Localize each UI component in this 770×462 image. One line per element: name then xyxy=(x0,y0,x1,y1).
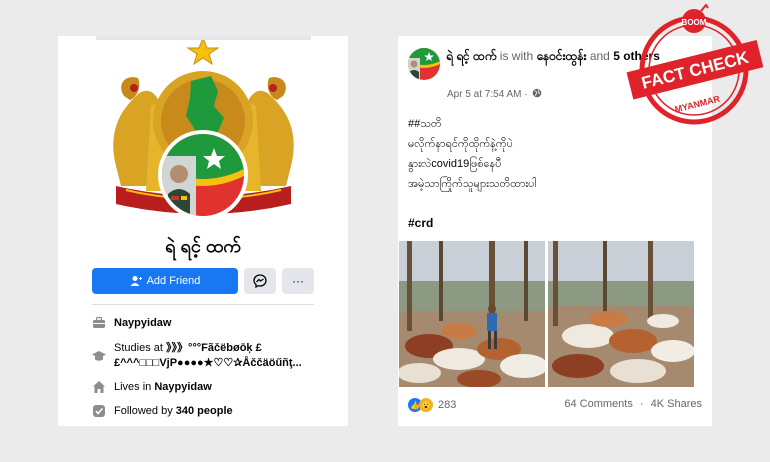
studies-prefix: Studies at xyxy=(114,342,166,354)
stats-separator: · xyxy=(639,398,644,410)
followers-count[interactable]: 340 people xyxy=(176,405,233,417)
post-hashtag[interactable]: #crd xyxy=(408,216,433,230)
post-body: ##သတိ မလိုက်နာရင်ကိုထိုက်နဲ့ကိုပဲ နွားလဲ… xyxy=(408,114,536,194)
shares-count[interactable]: 4K Shares xyxy=(651,398,702,410)
followers-icon xyxy=(93,405,105,417)
fact-check-stamp: BOOM FACT CHECK MYANMAR xyxy=(626,3,764,125)
reactions-summary[interactable]: 👍 😮 283 xyxy=(408,398,456,412)
post-line-2: မလိုက်နာရင်ကိုထိုက်နဲ့ကိုပဲ xyxy=(408,138,513,150)
and-text: and xyxy=(586,49,614,63)
add-friend-icon xyxy=(130,276,142,286)
post-timestamp[interactable]: Apr 5 at 7:54 AM · xyxy=(447,88,542,100)
lives-location[interactable]: Naypyidaw xyxy=(154,381,211,393)
profile-panel: ရဲ ရင့် ထက် Add Friend ··· Naypyidaw Stu… xyxy=(58,36,348,426)
more-options-icon: ··· xyxy=(292,274,304,288)
lives-prefix: Lives in xyxy=(114,381,155,393)
cattle-photo-2 xyxy=(548,241,694,387)
post-line-3: နွားလဲcovid19ဖြစ်နေပီ xyxy=(408,158,502,170)
add-friend-button[interactable]: Add Friend xyxy=(92,268,238,294)
badge-main-text: FACT CHECK xyxy=(640,48,752,93)
post-author-avatar[interactable] xyxy=(408,48,440,80)
wow-reaction-icon: 😮 xyxy=(419,398,433,412)
intro-divider xyxy=(92,304,314,305)
comments-count[interactable]: 64 Comments xyxy=(564,398,632,410)
education-item: Studies at 》》》°°°Fãčëbøōķ £ £^^^□□□VjP●●… xyxy=(92,341,322,371)
post-photo-2[interactable] xyxy=(548,241,694,387)
boom-fact-check-badge: BOOM FACT CHECK MYANMAR xyxy=(626,3,764,134)
post-line-1: ##သတိ xyxy=(408,118,442,130)
badge-boom-text: BOOM xyxy=(682,18,707,27)
avatar-image xyxy=(162,134,244,216)
more-options-button[interactable]: ··· xyxy=(282,268,314,294)
engagement-stats: 64 Comments · 4K Shares xyxy=(564,398,702,410)
reaction-count: 283 xyxy=(438,399,457,411)
school-name-line2[interactable]: £^^^□□□VjP●●●●★♡♡✰Åččäöűñţ... xyxy=(114,357,302,369)
profile-name: ရဲ ရင့် ထက် xyxy=(165,236,241,256)
cattle-photo-1 xyxy=(399,241,545,387)
globe-icon xyxy=(533,88,542,98)
add-friend-label: Add Friend xyxy=(146,275,201,287)
with-text: is with xyxy=(496,49,537,63)
followed-prefix: Followed by xyxy=(114,405,176,417)
briefcase-icon xyxy=(93,316,105,328)
profile-picture[interactable] xyxy=(158,130,248,220)
message-button[interactable] xyxy=(244,268,276,294)
post-time-text: Apr 5 at 7:54 AM · xyxy=(447,89,528,100)
work-item: Naypyidaw xyxy=(92,316,171,331)
avatar xyxy=(162,134,244,216)
lives-item: Lives in Naypyidaw xyxy=(92,380,212,395)
education-text: Studies at 》》》°°°Fãčëbøōķ £ £^^^□□□VjP●●… xyxy=(114,341,302,371)
post-photo-1[interactable] xyxy=(399,241,545,387)
post-avatar-image xyxy=(408,48,440,80)
followers-item: Followed by 340 people xyxy=(92,404,233,419)
home-icon xyxy=(93,381,105,393)
messenger-icon xyxy=(253,274,267,288)
tagged-person[interactable]: နေဝင်းထွန်း xyxy=(536,49,586,63)
work-location[interactable]: Naypyidaw xyxy=(114,316,171,331)
profile-action-bar: Add Friend ··· xyxy=(92,268,314,294)
post-author-name[interactable]: ရဲ ရင့် ထက် xyxy=(446,49,496,63)
post-line-4: အမဲ့သာကြိုက်သူများသတိထားပါ xyxy=(408,178,537,190)
badge-myanmar-text: MYANMAR xyxy=(674,94,722,115)
school-name-line1[interactable]: 》》》°°°Fãčëbøōķ £ xyxy=(166,342,262,354)
graduation-cap-icon xyxy=(92,351,106,361)
cover-top-bar xyxy=(96,36,311,40)
